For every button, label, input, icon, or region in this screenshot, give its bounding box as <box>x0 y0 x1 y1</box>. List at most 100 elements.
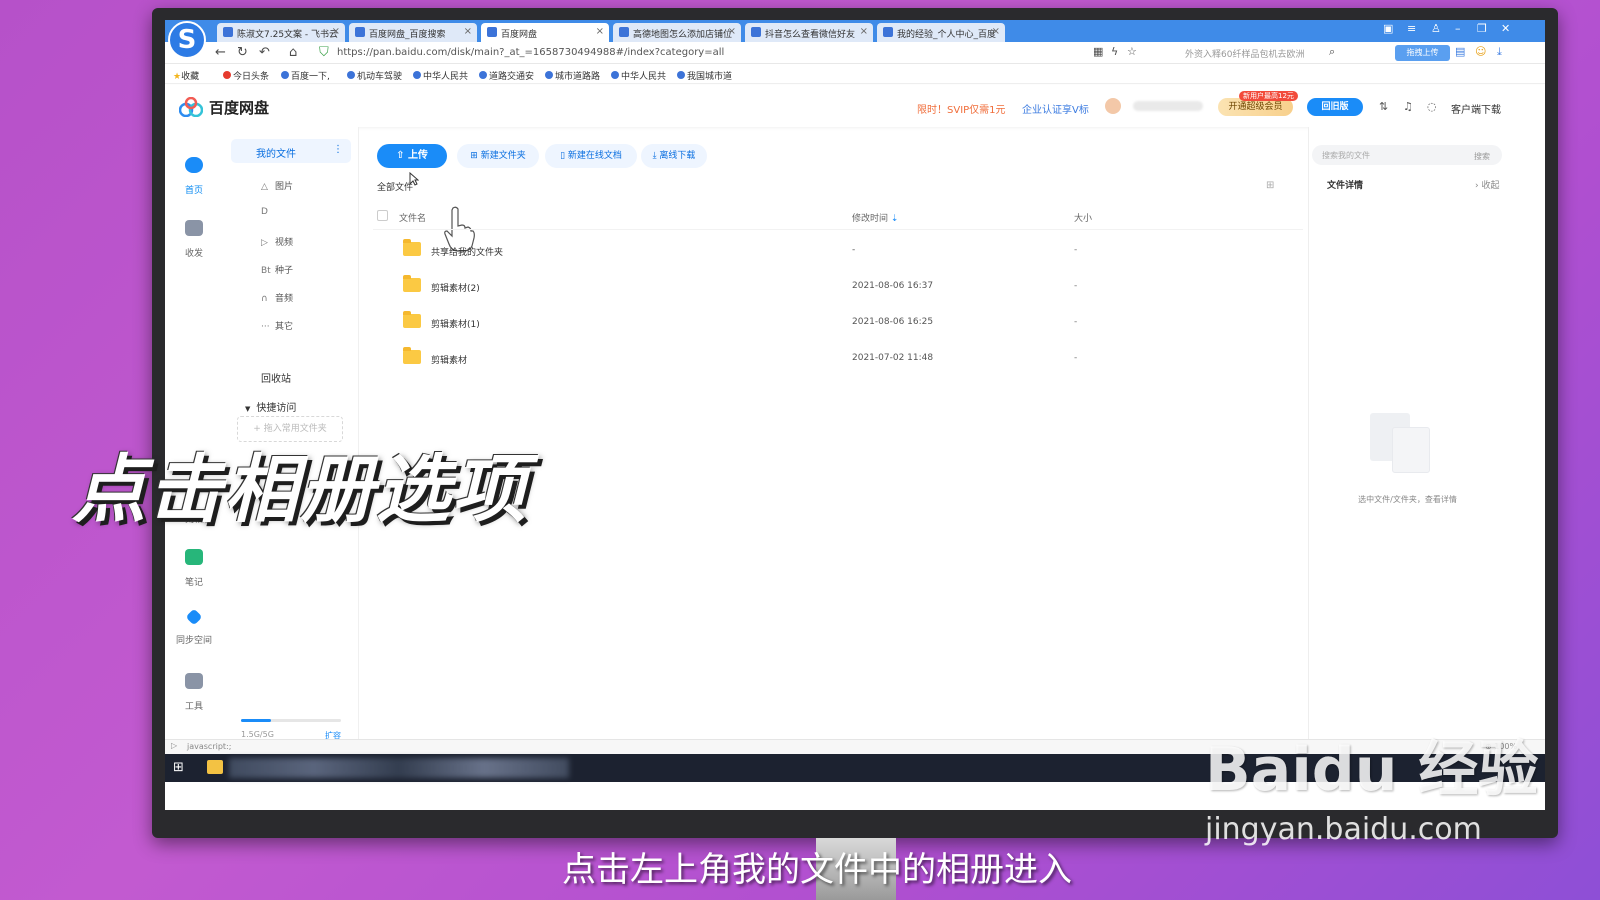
bookmark-item[interactable]: 百度一下, <box>281 69 330 82</box>
screenshot-icon[interactable]: ▣ <box>1383 22 1393 35</box>
download-icon[interactable]: ⤓ <box>1497 45 1502 59</box>
column-header-name[interactable]: 文件名 <box>399 211 426 224</box>
play-icon[interactable]: ▷ <box>171 741 177 750</box>
sidebar-item-videos[interactable]: ▷ 视频 <box>261 235 293 248</box>
more-icon[interactable]: ⋮ <box>333 144 343 155</box>
sidebar-item-other[interactable]: ··· 其它 <box>261 319 293 332</box>
grid-view-icon[interactable]: ⊞ <box>1266 180 1274 191</box>
rail-item-share[interactable]: 收发 <box>165 220 223 260</box>
windows-start-icon[interactable]: ⊞ <box>173 761 187 775</box>
browser-search-input[interactable]: 外资入释60纤样品包机去欧洲 <box>1185 47 1304 60</box>
window-close-icon[interactable]: ✕ <box>1501 22 1510 35</box>
lightning-icon[interactable]: ϟ <box>1111 45 1118 58</box>
rail-item-notes[interactable]: 笔记 <box>165 549 223 589</box>
file-explorer-icon[interactable] <box>207 760 223 774</box>
status-link: javascript:; <box>187 742 232 751</box>
transfer-icon[interactable]: ⇅ <box>1379 100 1388 113</box>
browser-tab[interactable]: 抖音怎么查看微信好友 × <box>745 23 873 42</box>
minimize-icon[interactable]: – <box>1455 22 1461 35</box>
restore-icon[interactable]: ❐ <box>1477 22 1487 35</box>
bookmark-item[interactable]: 城市道路路 <box>545 69 600 82</box>
bookmark-item[interactable]: 中华人民共 <box>413 69 468 82</box>
select-all-checkbox[interactable] <box>377 210 388 221</box>
close-icon[interactable]: × <box>728 26 736 37</box>
username-blurred[interactable] <box>1133 101 1203 111</box>
breadcrumb[interactable]: 全部文件 <box>377 180 413 193</box>
menu-icon[interactable]: ≡ <box>1407 22 1416 35</box>
enterprise-cert-link[interactable]: 企业认证享V标 <box>1022 101 1089 116</box>
svip-promo-link[interactable]: 限时！SVIP仅需1元 <box>917 101 1006 116</box>
tab-favicon-icon <box>883 27 893 37</box>
caret-down-icon: ▼ <box>245 405 251 413</box>
undo-icon[interactable]: ↶ <box>259 45 270 60</box>
sidebar-item-docs[interactable]: D <box>261 207 275 217</box>
sidebar-item-audio[interactable]: ∩ 音频 <box>261 291 293 304</box>
offline-download-button[interactable]: ⤓ 离线下载 <box>641 144 707 168</box>
close-icon[interactable]: × <box>464 26 472 37</box>
window-icon[interactable]: ▤ <box>1455 45 1465 58</box>
browser-logo-icon: S <box>168 21 206 59</box>
tab-favicon-icon <box>223 27 233 37</box>
file-table-header: 文件名 修改时间 ⇣ 大小 <box>373 202 1303 230</box>
avatar[interactable] <box>1105 98 1121 114</box>
url-field[interactable]: https://pan.baidu.com/disk/main?_at_=165… <box>337 47 724 58</box>
back-icon[interactable]: ← <box>215 45 226 60</box>
bell-icon[interactable]: ♫ <box>1403 100 1413 113</box>
qr-icon[interactable]: ▦ <box>1093 45 1103 58</box>
back-to-old-version-button[interactable]: 回旧版 <box>1307 98 1363 116</box>
sidebar-item-quick-access[interactable]: ▼ 快捷访问 <box>245 399 296 414</box>
sidebar-item-torrents[interactable]: Bt 种子 <box>261 263 293 276</box>
sidebar-item-my-files[interactable]: 我的文件 ⋮ <box>231 139 351 163</box>
browser-tab-active[interactable]: 百度网盘 × <box>481 23 609 42</box>
column-header-time[interactable]: 修改时间 ⇣ <box>852 211 898 224</box>
upload-icon: ⇧ <box>396 150 408 161</box>
help-icon[interactable]: ◌ <box>1427 100 1437 113</box>
table-row[interactable]: 剪辑素材 2021-07-02 11:48 - <box>373 340 1303 376</box>
star-icon[interactable]: ☆ <box>1127 45 1137 58</box>
home-icon[interactable]: ⌂ <box>289 45 297 60</box>
doc-icon: ▯ <box>560 151 568 161</box>
rail-item-home[interactable]: 首页 <box>165 157 223 197</box>
browser-tab[interactable]: 陈淑文7.25文案 - 飞书云 × <box>217 23 345 42</box>
column-header-size[interactable]: 大小 <box>1074 211 1092 224</box>
bookmark-item[interactable]: 中华人民共 <box>611 69 666 82</box>
cloud-icon <box>185 157 203 173</box>
drag-upload-button[interactable]: 拖拽上传 <box>1395 45 1450 61</box>
app-header: 百度网盘 限时！SVIP仅需1元 企业认证享V标 开通超级会员 新用户最高12元… <box>165 85 1545 127</box>
folder-icon <box>403 239 421 256</box>
refresh-icon[interactable]: ↻ <box>237 45 248 60</box>
table-row[interactable]: 共享给我的文件夹 - - <box>373 232 1303 268</box>
search-button[interactable]: 搜索 <box>1474 151 1490 162</box>
sort-icon: ⇣ <box>890 214 899 224</box>
table-row[interactable]: 剪辑素材(2) 2021-08-06 16:37 - <box>373 268 1303 304</box>
detail-title: 文件详情 <box>1327 181 1364 191</box>
sidebar-item-recycle-bin[interactable]: 回收站 <box>261 370 291 385</box>
close-icon[interactable]: × <box>596 26 604 37</box>
shirt-icon[interactable]: ♙ <box>1431 22 1441 35</box>
bookmark-item[interactable]: 我国城市道 <box>677 69 732 82</box>
bookmark-item[interactable]: 今日头条 <box>223 69 269 82</box>
sidebar-item-photos[interactable]: △ 图片 <box>261 179 293 192</box>
bookmark-item[interactable]: 机动车驾驶 <box>347 69 402 82</box>
close-icon[interactable]: × <box>332 26 340 37</box>
rail-item-tools[interactable]: 工具 <box>165 673 223 713</box>
search-icon[interactable]: ⌕ <box>1329 45 1335 59</box>
empty-files-icon <box>1370 413 1430 473</box>
upload-button[interactable]: ⇧ 上传 <box>377 144 447 168</box>
new-online-doc-button[interactable]: ▯ 新建在线文档 <box>545 144 637 168</box>
browser-tab[interactable]: 我的经验_个人中心_百度 × <box>877 23 1005 42</box>
overlay-subtitle: 点击左上角我的文件中的相册进入 <box>562 850 1072 890</box>
new-folder-button[interactable]: ⊞ 新建文件夹 <box>457 144 539 168</box>
smile-icon[interactable]: ☺ <box>1475 45 1486 58</box>
close-icon[interactable]: × <box>860 26 868 37</box>
collapse-button[interactable]: › 收起 <box>1475 178 1499 191</box>
bookmark-item[interactable]: 道路交通安 <box>479 69 534 82</box>
table-row[interactable]: 剪辑素材(1) 2021-08-06 16:25 - <box>373 304 1303 340</box>
browser-tab[interactable]: 高德地图怎么添加店铺位 × <box>613 23 741 42</box>
close-icon[interactable]: × <box>992 26 1000 37</box>
rail-item-sync[interactable]: 同步空间 <box>165 608 223 647</box>
bookmark-favorites[interactable]: ★收藏 <box>173 69 199 82</box>
client-download-link[interactable]: 客户端下载 <box>1451 101 1501 116</box>
browser-tab[interactable]: 百度网盘_百度搜索 × <box>349 23 477 42</box>
file-detail-panel: 搜索我的文件 搜索 文件详情 › 收起 选中文件/文件夹，查看详情 <box>1308 127 1545 747</box>
